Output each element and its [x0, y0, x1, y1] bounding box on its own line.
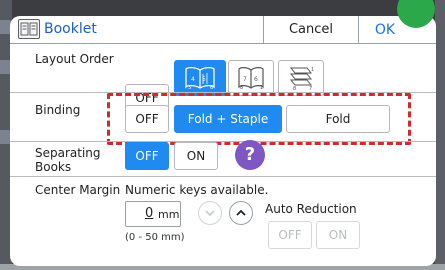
binding-fold-button[interactable]: Fold: [286, 105, 390, 133]
separating-books-on-button[interactable]: ON: [174, 142, 218, 170]
chevron-down-icon: [205, 210, 215, 217]
svg-text:8: 8: [240, 85, 243, 91]
svg-text:5: 5: [202, 76, 206, 83]
section-divider: [10, 141, 436, 142]
numeric-keys-hint: Numeric keys available.: [125, 183, 269, 197]
layout-order-label: Layout Order: [35, 52, 114, 66]
section-divider: [10, 176, 436, 177]
top-to-bottom-layout-icon: 1 8 7: [289, 67, 314, 92]
svg-text:7: 7: [243, 76, 247, 83]
help-icon[interactable]: ?: [235, 140, 265, 170]
separating-books-label-line2: Books: [35, 160, 72, 174]
svg-text:3: 3: [188, 85, 191, 91]
cancel-button[interactable]: Cancel: [263, 16, 359, 44]
auto-reduction-on-button[interactable]: ON: [316, 221, 360, 249]
svg-text:4: 4: [191, 76, 195, 83]
center-margin-range: (0 - 50 mm): [125, 232, 185, 243]
background-app-right: [435, 0, 445, 270]
svg-text:1: 1: [260, 85, 263, 91]
layout-top-to-bottom-button[interactable]: 1 8 7: [278, 60, 324, 96]
binding-off-button[interactable]: OFF: [125, 105, 169, 133]
increase-button[interactable]: [229, 201, 253, 225]
right-to-left-layout-icon: 7 6 8 1: [238, 67, 264, 91]
layout-right-to-left-button[interactable]: 7 6 8 1: [228, 60, 274, 96]
binding-label: Binding: [35, 103, 81, 117]
auto-reduction-off-button[interactable]: OFF: [268, 221, 312, 249]
layout-left-to-right-button[interactable]: 4 5 3 6: [174, 60, 226, 96]
booklet-icon: [18, 19, 40, 39]
dialog-titlebar: Booklet Cancel OK: [10, 16, 436, 44]
center-margin-label: Center Margin: [35, 183, 121, 197]
svg-text:6: 6: [210, 85, 213, 91]
dialog-title: Booklet: [44, 21, 97, 37]
center-margin-input[interactable]: 0 mm: [125, 201, 181, 227]
left-to-right-layout-icon: 4 5 3 6: [185, 66, 215, 91]
auto-reduction-label: Auto Reduction: [265, 202, 357, 216]
separating-books-label-line1: Separating: [35, 146, 101, 160]
binding-fold-staple-button[interactable]: Fold + Staple: [174, 105, 282, 133]
center-margin-unit: mm: [158, 208, 180, 221]
booklet-dialog: Booklet Cancel OK Layout Order OFF 4 5 3…: [10, 16, 436, 266]
separating-books-off-button[interactable]: OFF: [125, 142, 169, 170]
svg-text:6: 6: [254, 76, 258, 83]
chevron-up-icon: [236, 209, 246, 216]
center-margin-value: 0: [145, 206, 154, 221]
svg-text:1: 1: [311, 67, 314, 73]
decrease-button[interactable]: [198, 201, 222, 225]
